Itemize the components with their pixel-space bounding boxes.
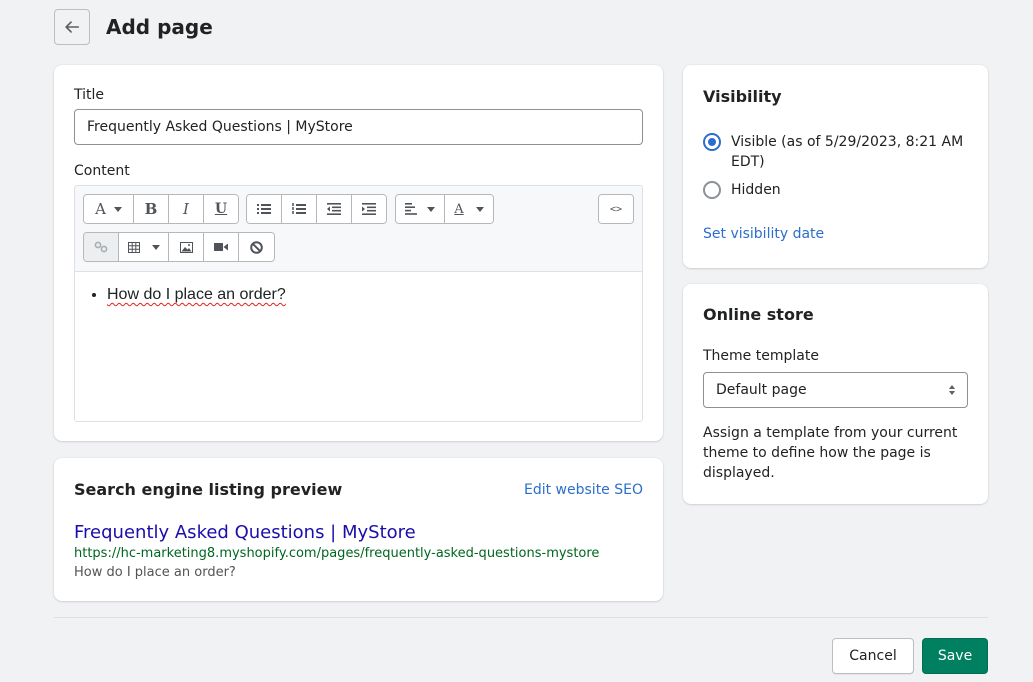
align-color-group: A (395, 194, 494, 224)
hidden-radio-option[interactable]: Hidden (703, 180, 971, 200)
page-title: Add page (106, 15, 213, 39)
bold-button[interactable]: B (134, 195, 169, 223)
table-button[interactable] (119, 233, 169, 261)
online-store-heading: Online store (703, 305, 814, 324)
align-button[interactable] (396, 195, 445, 223)
image-icon (179, 241, 193, 253)
show-html-button[interactable]: <> (599, 195, 633, 223)
code-icon: <> (609, 203, 623, 215)
footer-divider (54, 617, 988, 618)
title-label: Title (74, 87, 105, 103)
add-page-screen: Add page Title Content A B I (0, 0, 1033, 682)
visible-radio-option[interactable]: Visible (as of 5/29/2023, 8:21 AM EDT) (703, 132, 971, 172)
underline-button[interactable]: U (204, 195, 238, 223)
rich-text-editor: A B I U A <> • How do I place an order? (74, 185, 643, 422)
block-icon (250, 240, 263, 254)
outdent-icon (327, 203, 341, 215)
chevron-down-icon (151, 244, 160, 250)
back-button[interactable] (54, 9, 90, 45)
select-arrows-icon (949, 385, 955, 395)
numbered-list-icon (292, 203, 306, 214)
editor-content-area[interactable]: How do I place an order? (75, 272, 642, 421)
text-color-icon: A (454, 201, 464, 217)
visibility-heading: Visibility (703, 87, 782, 106)
seo-preview-description: How do I place an order? (74, 565, 236, 580)
video-icon (214, 243, 228, 251)
hidden-radio[interactable] (703, 181, 721, 199)
set-visibility-date-link[interactable]: Set visibility date (703, 226, 824, 242)
arrow-left-icon (65, 21, 80, 33)
theme-template-select[interactable]: Default page (703, 372, 968, 408)
seo-preview-title[interactable]: Frequently Asked Questions | MyStore (74, 521, 416, 545)
font-icon: A (95, 200, 106, 218)
indent-button[interactable] (352, 195, 386, 223)
insert-image-button[interactable] (169, 233, 204, 261)
clear-formatting-button[interactable] (239, 233, 274, 261)
list-group (246, 194, 387, 224)
content-label: Content (74, 163, 130, 179)
italic-button[interactable]: I (169, 195, 204, 223)
visible-radio[interactable] (703, 133, 721, 151)
html-group: <> (598, 194, 634, 224)
online-store-card: Online store Theme template Default page… (683, 284, 988, 504)
hidden-radio-label: Hidden (731, 182, 781, 198)
text-color-button[interactable]: A (445, 195, 493, 223)
chevron-down-icon (427, 206, 435, 212)
theme-template-label: Theme template (703, 348, 819, 364)
editor-toolbar: A B I U A <> (75, 186, 642, 272)
align-left-icon (405, 203, 417, 215)
visibility-card: Visibility Visible (as of 5/29/2023, 8:2… (683, 65, 988, 268)
visible-radio-label: Visible (as of 5/29/2023, 8:21 AM EDT) (731, 134, 964, 170)
seo-preview-card: Search engine listing preview Edit websi… (54, 458, 663, 601)
indent-icon (362, 203, 376, 215)
seo-preview-url: https://hc-marketing8.myshopify.com/page… (74, 546, 600, 561)
edit-website-seo-link[interactable]: Edit website SEO (524, 482, 643, 498)
link-icon (94, 241, 108, 253)
save-button[interactable]: Save (922, 638, 988, 674)
paragraph-format-button[interactable]: A (84, 195, 134, 223)
numbered-list-button[interactable] (282, 195, 317, 223)
seo-heading: Search engine listing preview (74, 480, 343, 499)
content-list-item: How do I place an order? (107, 284, 286, 306)
page-content-card: Title Content A B I (54, 65, 663, 441)
outdent-button[interactable] (317, 195, 352, 223)
cancel-button[interactable]: Cancel (832, 638, 914, 674)
link-button[interactable] (84, 233, 119, 261)
content-text: How do I place an order? (107, 286, 286, 303)
theme-template-value: Default page (716, 382, 807, 398)
text-format-group: A B I U (83, 194, 239, 224)
bold-icon: B (144, 200, 158, 218)
content-list: How do I place an order? (107, 284, 286, 306)
theme-template-help: Assign a template from your current them… (703, 425, 958, 481)
underline-icon: U (214, 201, 228, 217)
insert-group (83, 232, 275, 262)
table-icon (127, 241, 140, 253)
bullet-list-button[interactable] (247, 195, 282, 223)
bullet-list-icon (257, 204, 271, 214)
italic-icon: I (183, 200, 189, 218)
insert-video-button[interactable] (204, 233, 239, 261)
chevron-down-icon (475, 206, 484, 212)
title-input[interactable] (74, 109, 643, 145)
chevron-down-icon (113, 206, 122, 212)
